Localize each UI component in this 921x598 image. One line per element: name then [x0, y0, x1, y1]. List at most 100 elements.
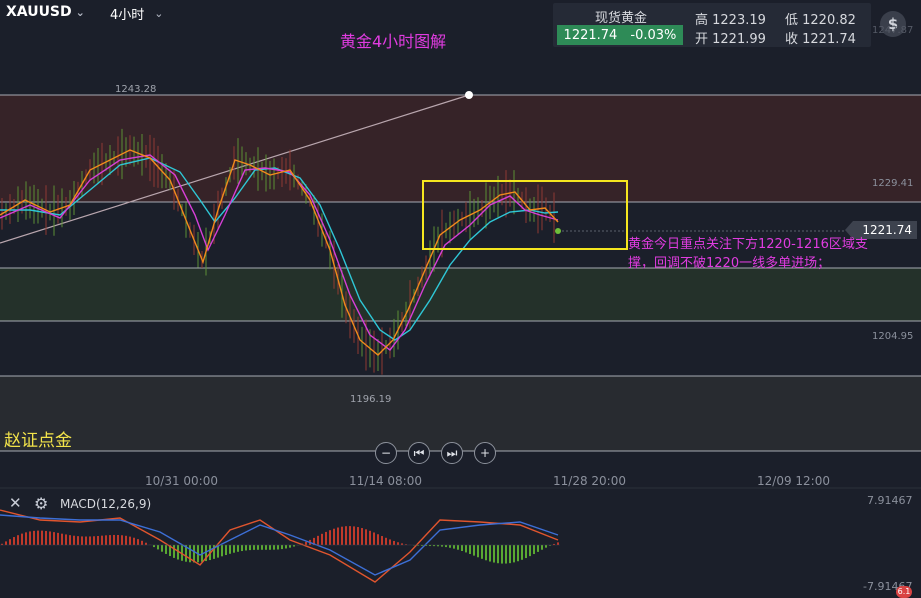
macd-bar	[277, 545, 279, 549]
last-price-dot	[555, 228, 561, 234]
macd-bar	[41, 531, 43, 545]
close-icon[interactable]: ✕	[9, 494, 22, 512]
macd-bar	[509, 545, 511, 563]
macd-bar	[21, 534, 23, 545]
zoom-out-button[interactable]: −	[375, 442, 397, 464]
macd-bar	[469, 545, 471, 554]
chevron-down-icon: ⌄	[154, 7, 163, 20]
macd-bar	[17, 535, 19, 545]
macd-bar	[397, 542, 399, 545]
macd-bar	[489, 545, 491, 562]
macd-bar	[273, 545, 275, 550]
macd-bar	[153, 545, 155, 547]
chevron-down-icon: ⌄	[76, 6, 85, 19]
macd-bar	[525, 545, 527, 558]
macd-bar	[465, 545, 467, 552]
macd-bar	[29, 531, 31, 545]
notification-badge[interactable]: 6.1	[896, 586, 912, 598]
macd-bar	[85, 537, 87, 545]
macd-bar	[533, 545, 535, 554]
macd-bar	[541, 545, 543, 550]
price-axis-1204: 1204.95	[872, 331, 913, 342]
macd-bar	[161, 545, 163, 552]
macd-bar	[157, 545, 159, 549]
zoom-in-button[interactable]: +	[474, 442, 496, 464]
macd-bar	[337, 528, 339, 545]
macd-axis-max: 7.91467	[867, 494, 913, 507]
watermark-text: 赵证点金	[4, 426, 72, 451]
macd-bar	[221, 545, 223, 556]
macd-bar	[545, 545, 547, 548]
macd-bar	[61, 534, 63, 545]
quote-close: 收 1221.74	[785, 28, 856, 47]
macd-bar	[385, 538, 387, 545]
macd-bar	[505, 545, 507, 564]
quote-price-badge: 1221.74 -0.03%	[557, 25, 683, 45]
macd-bar	[45, 531, 47, 545]
macd-bar	[25, 532, 27, 545]
quote-open: 开 1221.99	[695, 28, 766, 47]
macd-bar	[121, 535, 123, 545]
macd-bar	[129, 537, 131, 545]
macd-bar	[93, 536, 95, 545]
period-selector[interactable]: 4小时 ⌄	[110, 4, 164, 23]
macd-bar	[333, 529, 335, 545]
analysis-note: 黄金今日重点关注下方1220-1216区域支撑，回调不破1220一线多单进场；	[628, 235, 868, 273]
macd-bar	[105, 535, 107, 545]
macd-bar	[345, 526, 347, 545]
macd-bar	[369, 531, 371, 545]
support-zone	[0, 268, 921, 321]
macd-bar	[281, 545, 283, 549]
macd-bar	[265, 545, 267, 550]
macd-bar	[237, 545, 239, 552]
symbol-selector[interactable]: XAUUSD ⌄	[6, 4, 85, 20]
macd-bar	[453, 545, 455, 549]
symbol-label: XAUUSD	[6, 4, 72, 20]
macd-bar	[65, 534, 67, 545]
macd-bar	[357, 527, 359, 545]
macd-bar	[449, 545, 451, 548]
scroll-start-button[interactable]: ⏮	[408, 442, 430, 464]
macd-bar	[89, 536, 91, 545]
macd-bar	[557, 542, 559, 545]
macd-bar	[377, 534, 379, 545]
macd-bar	[173, 545, 175, 558]
peak-label: 1243.28	[115, 84, 156, 95]
macd-bar	[481, 545, 483, 559]
gear-icon[interactable]: ⚙	[34, 494, 48, 513]
macd-bar	[285, 545, 287, 548]
time-label-1: 10/31 00:00	[145, 474, 218, 488]
period-label: 4小时	[110, 4, 144, 23]
time-label-3: 11/28 20:00	[553, 474, 626, 488]
macd-bar	[57, 533, 59, 545]
macd-bar	[321, 534, 323, 545]
macd-bar	[393, 541, 395, 545]
macd-bar	[141, 541, 143, 545]
macd-bar	[325, 532, 327, 545]
macd-bar	[249, 545, 251, 550]
macd-bar	[457, 545, 459, 550]
macd-bar	[305, 542, 307, 545]
macd-bar	[225, 545, 227, 555]
macd-bar	[513, 545, 515, 562]
macd-bar	[145, 543, 147, 545]
macd-bar	[253, 545, 255, 550]
macd-bar	[13, 537, 15, 545]
macd-bar	[81, 536, 83, 545]
macd-bar	[77, 536, 79, 545]
macd-bar	[113, 535, 115, 545]
macd-bar	[165, 545, 167, 554]
macd-bar	[109, 535, 111, 545]
macd-bar	[5, 541, 7, 545]
macd-bar	[493, 545, 495, 563]
macd-bar	[529, 545, 531, 556]
macd-bar	[341, 527, 343, 545]
quote-name: 现货黄金	[595, 7, 647, 26]
quote-high: 高 1223.19	[695, 9, 766, 28]
macd-indicator-label: MACD(12,26,9)	[60, 497, 151, 511]
scroll-end-button[interactable]: ⏭	[441, 442, 463, 464]
macd-bar	[229, 545, 231, 554]
trendline-handle	[465, 91, 473, 99]
macd-bar	[365, 529, 367, 545]
macd-bar	[361, 528, 363, 545]
